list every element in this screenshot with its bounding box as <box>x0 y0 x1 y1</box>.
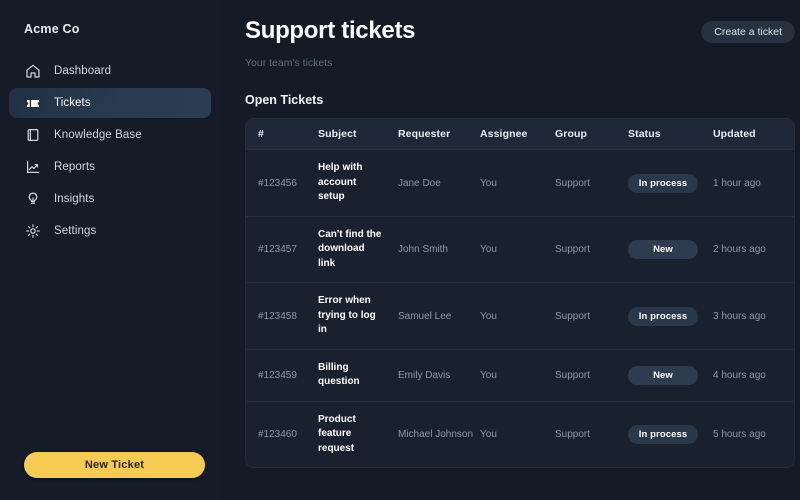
sidebar-item-label: Settings <box>54 225 97 237</box>
cell-status: New <box>628 349 713 402</box>
cell-group: Support <box>555 282 628 350</box>
cell-ticket-id: #123457 <box>246 216 318 284</box>
book-icon <box>25 127 41 143</box>
status-badge[interactable]: New <box>628 240 698 260</box>
table-header-row: # Subject Requester Assignee Group Status Upda… <box>246 119 794 151</box>
column-header-assignee[interactable]: Assignee <box>480 119 555 151</box>
create-ticket-button[interactable]: Create a ticket <box>701 21 795 43</box>
table-row[interactable]: #123459 Billing question Emily Davis You Sup… <box>246 349 794 402</box>
status-badge[interactable]: In process <box>628 173 698 193</box>
cell-assignee: You <box>480 429 497 441</box>
page-header: Support tickets Create a ticket <box>230 17 795 44</box>
column-header-updated[interactable]: Updated <box>713 119 794 151</box>
tickets-table-card: # Subject Requester Assignee Group Status Upda… <box>245 118 795 469</box>
table-header: # Subject Requester Assignee Group Status Upda… <box>246 119 794 151</box>
sidebar-item-reports[interactable]: Reports <box>9 152 211 182</box>
column-header-requester[interactable]: Requester <box>398 119 480 151</box>
cell-subject[interactable]: Billing question <box>318 349 398 402</box>
cell-updated: 4 hours ago <box>713 349 794 402</box>
sidebar-item-knowledge-base[interactable]: Knowledge Base <box>9 120 211 150</box>
sidebar: Acme Co Dashboard Tickets Knowledge Base Re… <box>0 0 220 500</box>
cell-requester: John Smith <box>398 216 480 284</box>
table-row[interactable]: #123460 Product feature request Michael Jo… <box>246 401 794 467</box>
cell-updated: 1 hour ago <box>713 149 794 217</box>
column-header-subject[interactable]: Subject <box>318 119 398 151</box>
cell-group: Support <box>555 349 628 402</box>
cell-subject[interactable]: Error when trying to log in <box>318 282 398 350</box>
sidebar-item-settings[interactable]: Settings <box>9 216 211 246</box>
cell-requester: Michael Johnson <box>398 429 474 441</box>
section-title: Open Tickets <box>245 93 324 108</box>
cell-subject[interactable]: Help with account setup <box>318 149 398 217</box>
ticket-icon <box>25 95 41 111</box>
cell-subject[interactable]: Product feature request <box>318 401 398 467</box>
lightbulb-icon <box>25 191 41 207</box>
sidebar-item-dashboard[interactable]: Dashboard <box>9 56 211 86</box>
cell-requester: Samuel Lee <box>398 282 480 350</box>
table-row[interactable]: #123456 Help with account setup Jane Doe Yo… <box>246 149 794 217</box>
cell-subject[interactable]: Can't find the download link <box>318 216 398 284</box>
new-ticket-button[interactable]: New Ticket <box>24 452 205 478</box>
sidebar-item-tickets[interactable]: Tickets <box>9 88 211 118</box>
cell-status: New <box>628 216 713 284</box>
sidebar-item-label: Knowledge Base <box>54 129 142 141</box>
cell-ticket-id: #123458 <box>246 282 318 350</box>
cell-assignee: You <box>480 282 555 350</box>
cell-updated: 5 hours ago <box>713 429 766 441</box>
status-badge[interactable]: In process <box>628 425 698 445</box>
gear-icon <box>25 223 41 239</box>
status-badge[interactable]: In process <box>628 306 698 326</box>
cell-status: In process <box>628 401 713 467</box>
page-subtitle: Your team's tickets <box>245 57 333 70</box>
column-header-group[interactable]: Group <box>555 119 628 151</box>
sidebar-item-label: Tickets <box>54 97 91 109</box>
sidebar-item-insights[interactable]: Insights <box>9 184 211 214</box>
home-icon <box>25 63 41 79</box>
cell-assignee: You <box>480 349 555 402</box>
sidebar-nav: Dashboard Tickets Knowledge Base Reports Ins… <box>0 56 220 246</box>
cell-requester: Emily Davis <box>398 349 480 402</box>
column-header-status[interactable]: Status <box>628 119 713 151</box>
table-row[interactable]: #123457 Can't find the download link John … <box>246 216 794 284</box>
cell-status: In process <box>628 149 713 217</box>
app-root: Acme Co Dashboard Tickets Knowledge Base Re… <box>0 0 800 500</box>
cell-assignee: You <box>480 149 555 217</box>
main-content: Support tickets Create a ticket Your tea… <box>220 0 800 500</box>
page-title: Support tickets <box>245 17 416 44</box>
cell-updated: 3 hours ago <box>713 282 794 350</box>
cell-group: Support <box>555 429 591 441</box>
column-header-[interactable]: # <box>246 119 318 151</box>
cell-requester: Jane Doe <box>398 149 480 217</box>
brand-name: Acme Co <box>24 22 80 36</box>
cell-ticket-id: #123460 <box>258 429 297 441</box>
sidebar-item-label: Reports <box>54 161 95 173</box>
sidebar-item-label: Dashboard <box>54 65 112 77</box>
table-body: #123456 Help with account setup Jane Doe Yo… <box>246 149 794 468</box>
table-row[interactable]: #123458 Error when trying to log in Samuel… <box>246 282 794 350</box>
cell-ticket-id: #123456 <box>246 149 318 217</box>
sidebar-item-label: Insights <box>54 193 95 205</box>
cell-group: Support <box>555 216 628 284</box>
tickets-table: # Subject Requester Assignee Group Status Upda… <box>246 119 794 468</box>
cell-assignee: You <box>480 216 555 284</box>
cell-status: In process <box>628 282 713 350</box>
cell-group: Support <box>555 149 628 217</box>
status-badge[interactable]: New <box>628 365 698 385</box>
chart-line-icon <box>25 159 41 175</box>
cell-ticket-id: #123459 <box>246 349 318 402</box>
cell-updated: 2 hours ago <box>713 216 794 284</box>
